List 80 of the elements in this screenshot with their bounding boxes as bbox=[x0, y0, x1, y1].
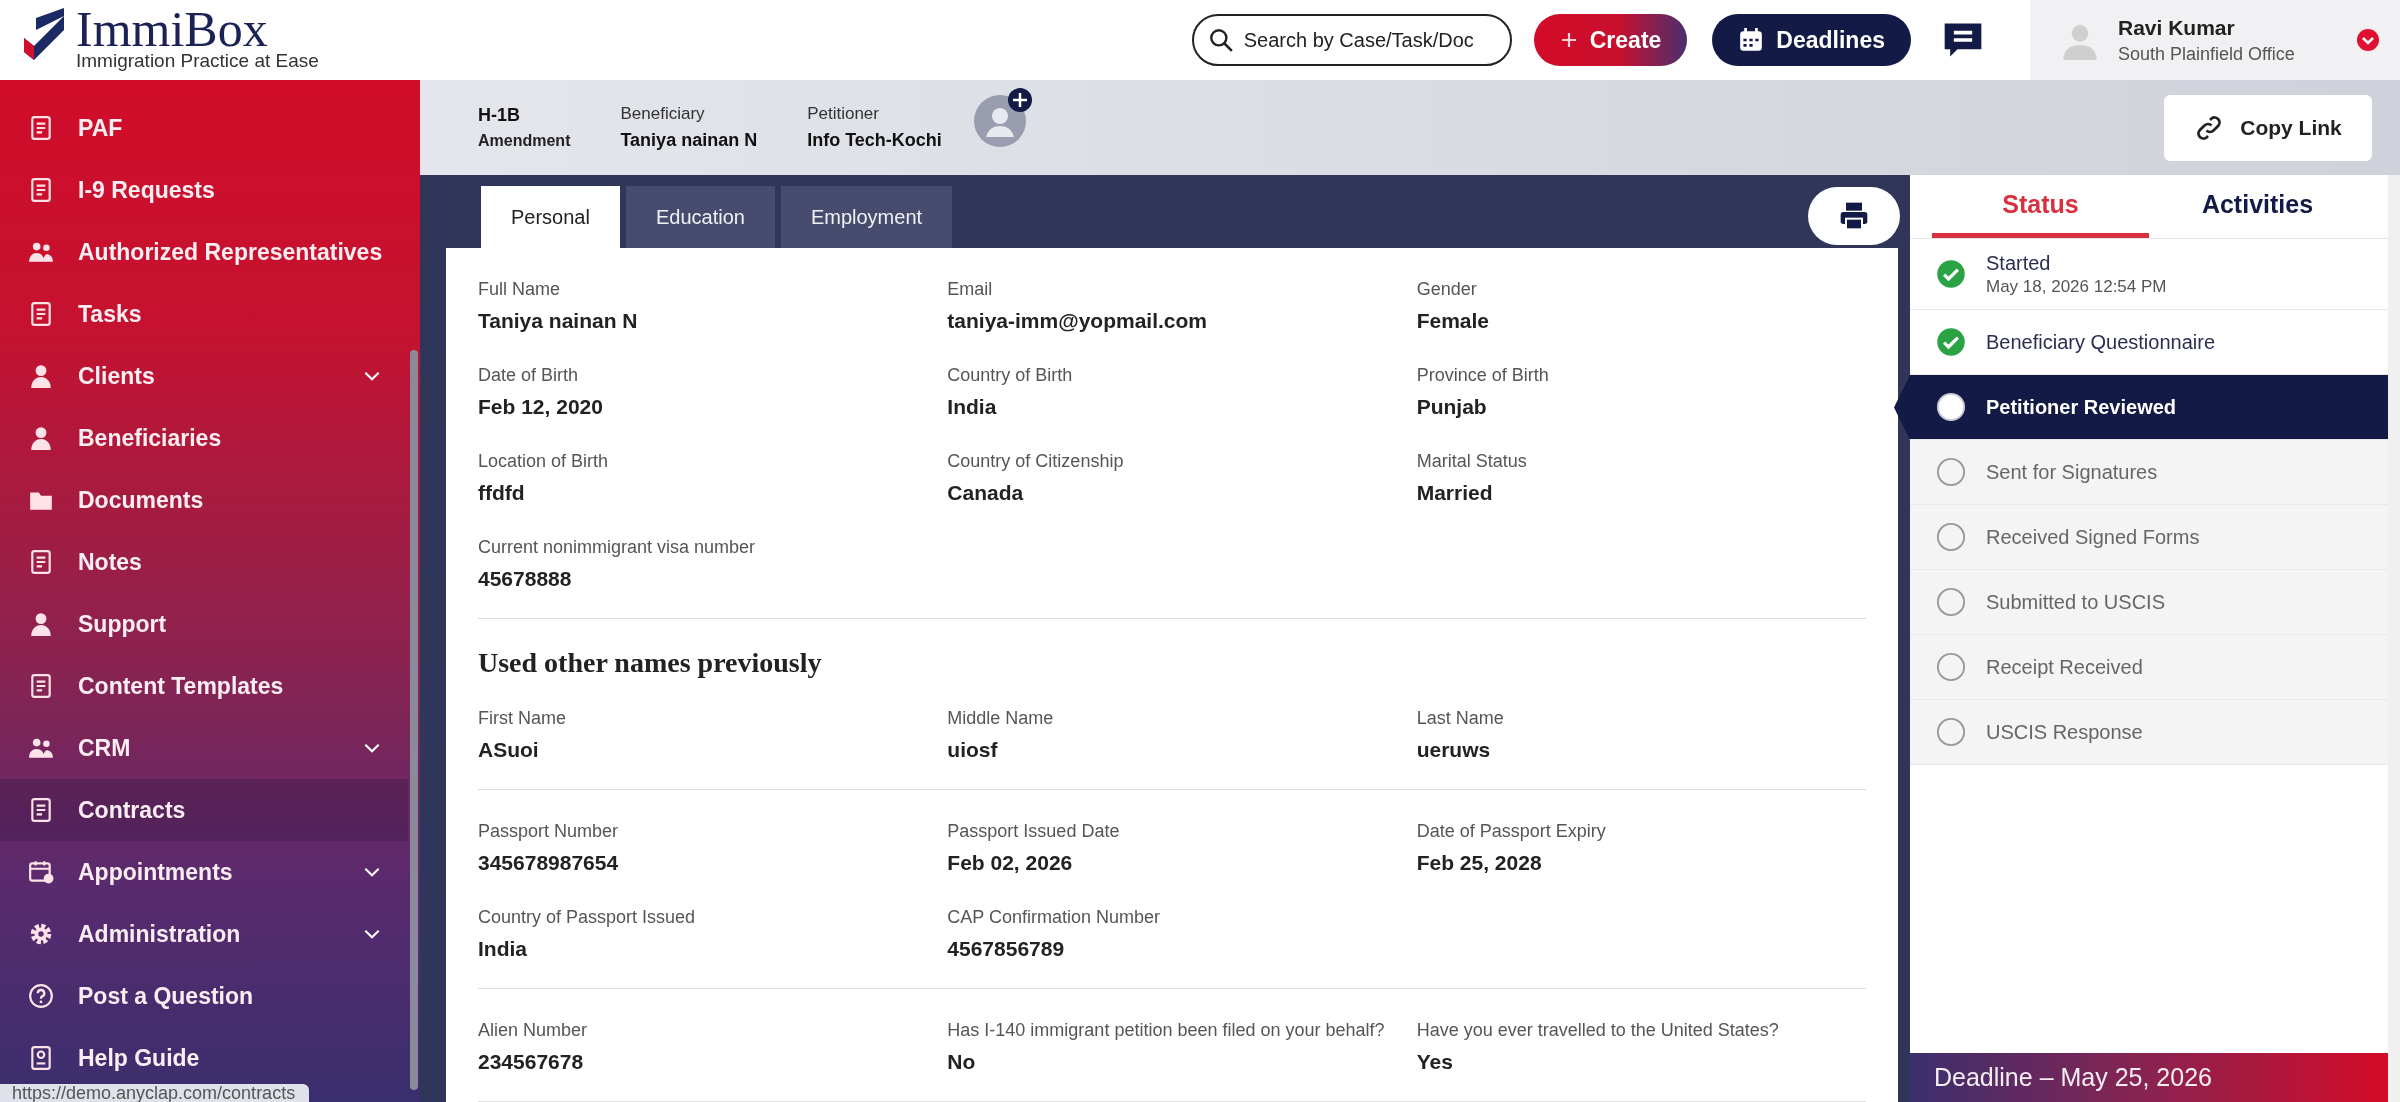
field-label: Alien Number bbox=[478, 1019, 589, 1042]
party-value: Taniya nainan N bbox=[620, 130, 758, 151]
field-value: Taniya nainan N bbox=[478, 308, 639, 334]
sidebar-label: Administration bbox=[78, 920, 242, 948]
field-value: uiosf bbox=[947, 737, 999, 763]
field-label: CAP Confirmation Number bbox=[947, 906, 1162, 929]
field-label: Date of Passport Expiry bbox=[1416, 820, 1607, 843]
party-value: Info Tech-Kochi bbox=[807, 130, 942, 151]
field-label: Passport Issued Date bbox=[947, 820, 1121, 843]
sidebar-label: Notes bbox=[78, 548, 143, 576]
deadline-banner: Deadline – May 25, 2026 bbox=[1910, 1053, 2388, 1102]
field-value: Feb 25, 2028 bbox=[1416, 850, 1543, 876]
field-value: Feb 02, 2026 bbox=[947, 850, 1074, 876]
field-value: Married bbox=[1416, 480, 1494, 506]
field-label: Province of Birth bbox=[1416, 364, 1550, 387]
field-value: Punjab bbox=[1416, 394, 1488, 420]
field-label: Country of Passport Issued bbox=[478, 906, 697, 929]
field-value: Female bbox=[1416, 308, 1491, 334]
logo-wordmark: ImmiBox bbox=[76, 8, 268, 50]
sidebar-label: Tasks bbox=[78, 300, 143, 328]
field-label: Have you ever travelled to the United States? bbox=[1416, 1019, 1780, 1042]
party-label: Beneficiary bbox=[620, 104, 706, 124]
step-label: Received Signed Forms bbox=[1986, 525, 2200, 549]
step-label: Beneficiary Questionnaire bbox=[1986, 330, 2215, 354]
step-label: Petitioner Reviewed bbox=[1986, 395, 2177, 419]
field-value: ueruws bbox=[1416, 737, 1492, 763]
field-value: Feb 12, 2020 bbox=[478, 394, 604, 420]
field-label: Email bbox=[947, 278, 994, 301]
user-name: Ravi Kumar bbox=[2118, 15, 2236, 40]
step-label: Started bbox=[1986, 251, 2052, 275]
sidebar-label: Beneficiaries bbox=[78, 424, 223, 452]
field-label: Country of Birth bbox=[947, 364, 1074, 387]
field-value: Canada bbox=[947, 480, 1025, 506]
field-label: Current nonimmigrant visa number bbox=[478, 536, 757, 559]
field-value: Yes bbox=[1416, 1049, 1454, 1075]
field-value: 345678987654 bbox=[478, 850, 620, 876]
field-label: Full Name bbox=[478, 278, 562, 301]
sidebar-label: Clients bbox=[78, 362, 156, 390]
field-value: taniya-imm@yopmail.com bbox=[947, 308, 1209, 334]
user-office: South Plainfield Office bbox=[2118, 43, 2296, 65]
field-label: Has I-140 immigrant petition been filed on your behalf? bbox=[947, 1019, 1386, 1042]
sidebar-label: Support bbox=[78, 610, 168, 638]
sidebar-label: I-9 Requests bbox=[78, 176, 216, 204]
section-heading: Used other names previously bbox=[478, 647, 823, 679]
field-value: No bbox=[947, 1049, 977, 1075]
field-value: 45678888 bbox=[478, 566, 573, 592]
step-label: Sent for Signatures bbox=[1986, 460, 2158, 484]
link-url-tooltip: https://demo.anyclap.com/contracts bbox=[0, 1084, 310, 1102]
sidebar-label: Help Guide bbox=[78, 1044, 201, 1072]
party-label: Petitioner bbox=[807, 104, 880, 124]
step-label: Submitted to USCIS bbox=[1986, 590, 2165, 614]
sidebar-label: PAF bbox=[78, 114, 124, 142]
field-label: Middle Name bbox=[947, 707, 1055, 730]
field-label: First Name bbox=[478, 707, 567, 730]
field-value: India bbox=[478, 936, 528, 962]
field-value: 4567856789 bbox=[947, 936, 1066, 962]
field-label: Location of Birth bbox=[478, 450, 610, 473]
logo-tagline: Immigration Practice at Ease bbox=[76, 50, 319, 72]
case-type: H-1B bbox=[478, 105, 521, 126]
field-value: ffdfd bbox=[478, 480, 526, 506]
field-label: Gender bbox=[1416, 278, 1478, 301]
sidebar-label: Contracts bbox=[78, 796, 187, 824]
field-label: Marital Status bbox=[1416, 450, 1528, 473]
case-subtype: Amendment bbox=[478, 132, 571, 150]
step-label: USCIS Response bbox=[1986, 720, 2143, 744]
sidebar-label: Authorized Representatives bbox=[78, 238, 383, 266]
field-value: ASuoi bbox=[478, 737, 540, 763]
field-label: Last Name bbox=[1416, 707, 1505, 730]
field-label: Country of Citizenship bbox=[947, 450, 1125, 473]
step-label: Receipt Received bbox=[1986, 655, 2143, 679]
step-date: May 18, 2026 12:54 PM bbox=[1986, 276, 2167, 297]
sidebar-label: Post a Question bbox=[78, 982, 255, 1010]
sidebar-label: Content Templates bbox=[78, 672, 285, 700]
field-value: 234567678 bbox=[478, 1049, 585, 1075]
sidebar-label: CRM bbox=[78, 734, 132, 762]
field-label: Passport Number bbox=[478, 820, 620, 843]
sidebar-label: Documents bbox=[78, 486, 205, 514]
sidebar-label: Appointments bbox=[78, 858, 234, 886]
field-label: Date of Birth bbox=[478, 364, 580, 387]
field-value: India bbox=[947, 394, 998, 420]
